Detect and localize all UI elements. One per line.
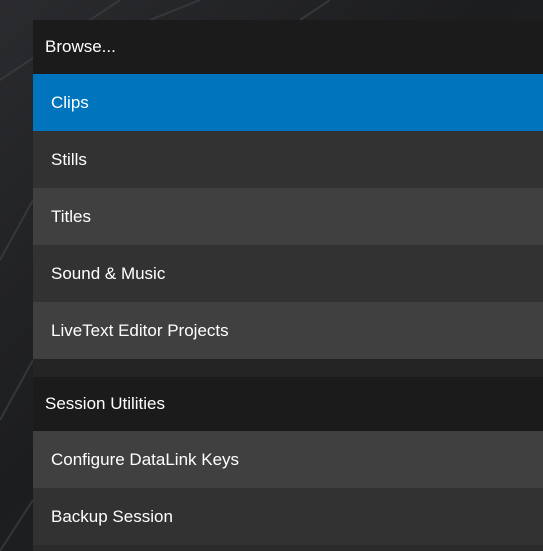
menu-item-backup-session[interactable]: Backup Session bbox=[33, 488, 543, 545]
menu-item-configure-datalink-keys[interactable]: Configure DataLink Keys bbox=[33, 431, 543, 488]
menu-item-titles[interactable]: Titles bbox=[33, 188, 543, 245]
menu-item-label: Backup Session bbox=[51, 507, 173, 526]
session-utilities-header: Session Utilities bbox=[33, 377, 543, 431]
menu-item-label: LiveText Editor Projects bbox=[51, 321, 229, 340]
section-divider bbox=[33, 359, 543, 377]
browse-menu-panel: Browse... Clips Stills Titles Sound & Mu… bbox=[33, 20, 543, 551]
menu-item-label: Stills bbox=[51, 150, 87, 169]
menu-item-livetext-editor-projects[interactable]: LiveText Editor Projects bbox=[33, 302, 543, 359]
menu-item-sound-music[interactable]: Sound & Music bbox=[33, 245, 543, 302]
menu-item-clips[interactable]: Clips bbox=[33, 74, 543, 131]
menu-item-stills[interactable]: Stills bbox=[33, 131, 543, 188]
menu-item-label: Configure DataLink Keys bbox=[51, 450, 240, 469]
browse-header: Browse... bbox=[33, 20, 543, 74]
menu-item-label: Titles bbox=[51, 207, 91, 226]
menu-item-label: Sound & Music bbox=[51, 264, 166, 283]
menu-item-label: Clips bbox=[51, 93, 89, 112]
